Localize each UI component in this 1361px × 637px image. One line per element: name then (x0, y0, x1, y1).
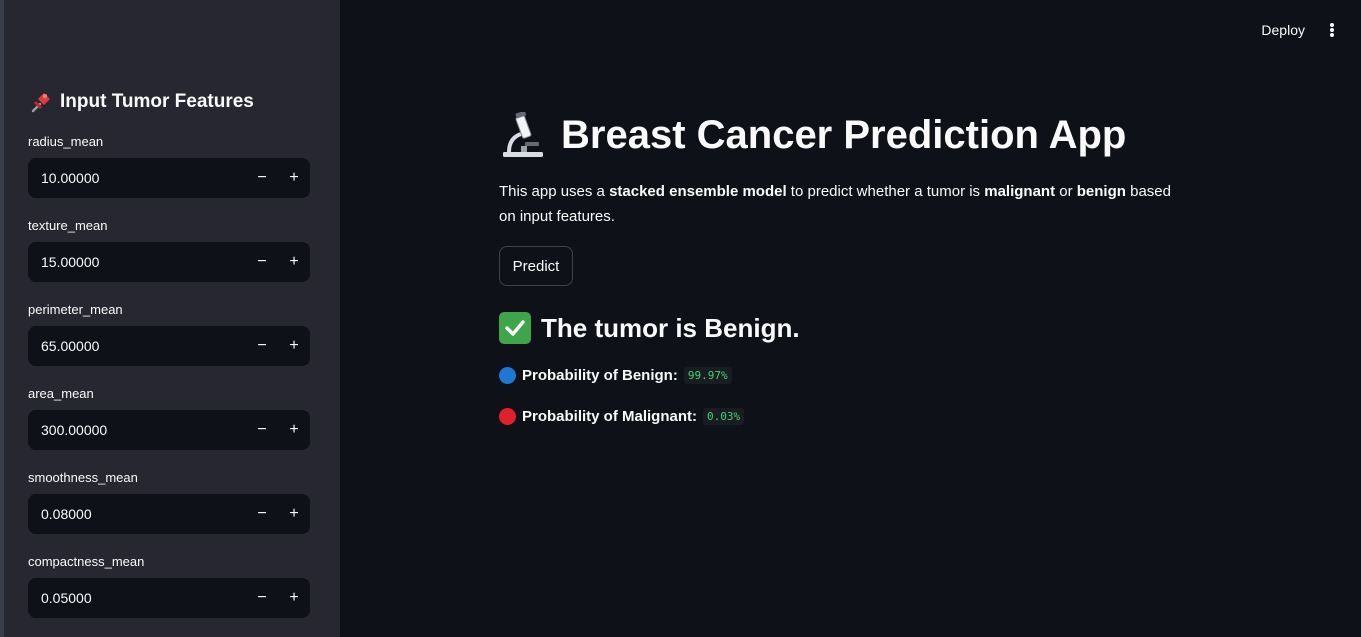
increment-button[interactable]: + (278, 326, 310, 366)
field-label: perimeter_mean (28, 302, 123, 317)
number-input-radius-mean[interactable]: 10.00000 − + (28, 158, 310, 198)
pushpin-icon (31, 93, 50, 113)
number-value[interactable]: 0.08000 (28, 506, 246, 522)
sidebar-title: Input Tumor Features (30, 90, 254, 114)
page-title-text: Breast Cancer Prediction App (561, 112, 1127, 157)
app-toolbar: Deploy (1261, 20, 1337, 40)
field-label: smoothness_mean (28, 470, 138, 485)
prob-benign: Probability of Benign: 99.97% (499, 367, 732, 384)
red-circle-icon (499, 408, 516, 425)
field-texture-mean: texture_mean 15.00000 − + (28, 218, 310, 282)
number-value[interactable]: 65.00000 (28, 338, 246, 354)
decrement-button[interactable]: − (246, 158, 278, 198)
desc-text: This app uses a (499, 183, 610, 200)
increment-button[interactable]: + (278, 578, 310, 618)
number-value[interactable]: 300.00000 (28, 422, 246, 438)
field-label: radius_mean (28, 134, 104, 149)
kebab-menu-icon[interactable] (1327, 20, 1337, 40)
sidebar: Input Tumor Features radius_mean 10.0000… (4, 0, 340, 637)
prob-malignant-label: Probability of Malignant: (522, 408, 697, 425)
field-label: texture_mean (28, 218, 108, 233)
number-value[interactable]: 0.05000 (28, 590, 246, 606)
prob-benign-label: Probability of Benign: (522, 367, 678, 384)
decrement-button[interactable]: − (246, 326, 278, 366)
deploy-button[interactable]: Deploy (1261, 22, 1305, 38)
predict-button[interactable]: Predict (499, 246, 573, 286)
number-input-texture-mean[interactable]: 15.00000 − + (28, 242, 310, 282)
prob-benign-value: 99.97% (683, 367, 732, 384)
number-value[interactable]: 15.00000 (28, 254, 246, 270)
field-label: area_mean (28, 386, 94, 401)
increment-button[interactable]: + (278, 410, 310, 450)
increment-button[interactable]: + (278, 494, 310, 534)
field-perimeter-mean: perimeter_mean 65.00000 − + (28, 302, 310, 366)
increment-button[interactable]: + (278, 158, 310, 198)
prediction-result: The tumor is Benign. (499, 312, 800, 344)
blue-circle-icon (499, 367, 516, 384)
field-radius-mean: radius_mean 10.00000 − + (28, 134, 310, 198)
prob-malignant: Probability of Malignant: 0.03% (499, 408, 745, 425)
desc-text: or (1055, 183, 1077, 200)
result-text: The tumor is Benign. (541, 312, 800, 343)
decrement-button[interactable]: − (246, 578, 278, 618)
desc-text: to predict whether a tumor is (786, 183, 985, 200)
desc-bold: malignant (984, 183, 1056, 200)
field-area-mean: area_mean 300.00000 − + (28, 386, 310, 450)
increment-button[interactable]: + (278, 242, 310, 282)
field-smoothness-mean: smoothness_mean 0.08000 − + (28, 470, 310, 534)
number-value[interactable]: 10.00000 (28, 170, 246, 186)
page-title: Breast Cancer Prediction App (499, 112, 1126, 158)
desc-bold: stacked ensemble model (609, 183, 787, 200)
number-input-compactness-mean[interactable]: 0.05000 − + (28, 578, 310, 618)
decrement-button[interactable]: − (246, 242, 278, 282)
field-label: compactness_mean (28, 554, 145, 569)
microscope-icon (503, 112, 543, 157)
desc-bold: benign (1076, 183, 1126, 200)
sidebar-title-text: Input Tumor Features (60, 91, 254, 112)
decrement-button[interactable]: − (246, 410, 278, 450)
check-mark-icon (499, 312, 531, 344)
number-input-area-mean[interactable]: 300.00000 − + (28, 410, 310, 450)
prob-malignant-value: 0.03% (703, 408, 745, 425)
decrement-button[interactable]: − (246, 494, 278, 534)
app-description: This app uses a stacked ensemble model t… (499, 179, 1189, 229)
field-compactness-mean: compactness_mean 0.05000 − + (28, 554, 310, 618)
number-input-perimeter-mean[interactable]: 65.00000 − + (28, 326, 310, 366)
number-input-smoothness-mean[interactable]: 0.08000 − + (28, 494, 310, 534)
